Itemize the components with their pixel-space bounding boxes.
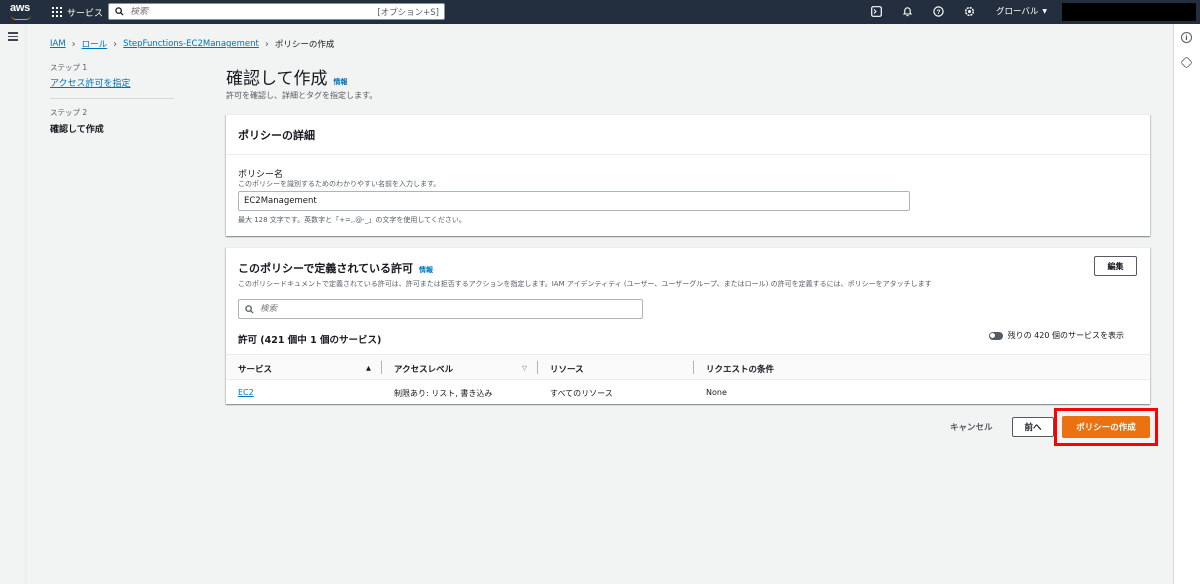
permissions-search-input[interactable] <box>260 304 642 314</box>
wizard-steps: ステップ 1 アクセス許可を指定 ステップ 2 確認して作成 <box>50 62 174 135</box>
svg-text:?: ? <box>936 9 940 16</box>
condition-cell: None <box>706 388 727 397</box>
step-divider <box>50 98 174 99</box>
edit-button[interactable]: 編集 <box>1094 256 1137 276</box>
grid-icon <box>52 7 62 17</box>
previous-button[interactable]: 前へ <box>1012 417 1054 437</box>
cancel-button[interactable]: キャンセル <box>940 418 1003 436</box>
chevron-right-icon: › <box>113 38 118 50</box>
region-label: グローバル <box>996 7 1039 17</box>
toggle-label: 残りの 420 個のサービスを表示 <box>1007 331 1124 340</box>
permissions-header: このポリシーで定義されている許可 情報 <box>238 260 433 276</box>
breadcrumb: IAM › ロール › StepFunctions-EC2Management … <box>50 38 335 51</box>
aws-smile-icon <box>11 15 31 20</box>
column-divider[interactable] <box>381 361 382 374</box>
services-menu-button[interactable]: サービス <box>52 4 103 20</box>
page-title: 確認して作成 <box>226 69 328 89</box>
help-icon[interactable]: ? <box>931 4 945 18</box>
toggle-switch[interactable] <box>988 331 1003 340</box>
column-header-request-condition[interactable]: リクエストの条件 <box>706 363 774 375</box>
create-policy-button[interactable]: ポリシーの作成 <box>1062 416 1150 438</box>
service-link[interactable]: EC2 <box>238 388 254 397</box>
show-remaining-services-toggle[interactable]: 残りの 420 個のサービスを表示 <box>988 330 1124 341</box>
policy-name-description: このポリシーを識別するためのわかりやすい名前を入力します。 <box>238 180 441 188</box>
aws-logo[interactable]: aws <box>10 2 34 22</box>
hamburger-menu-icon[interactable] <box>8 32 18 43</box>
page-header: 確認して作成 情報 <box>226 64 348 89</box>
chevron-right-icon: › <box>264 38 269 50</box>
global-search-box[interactable]: [オプション+S] <box>108 3 445 20</box>
page-description: 許可を確認し、詳細とタグを指定します。 <box>226 91 378 100</box>
sort-descending-icon[interactable]: ▽ <box>522 364 527 372</box>
table-row: EC2 制限あり: リスト, 書き込み すべてのリソース None <box>226 380 1150 404</box>
breadcrumb-current: ポリシーの作成 <box>274 40 335 50</box>
top-navigation-bar: aws サービス [オプション+S] ? グローバル ▼ <box>0 0 1200 24</box>
column-header-resource[interactable]: リソース <box>550 363 584 375</box>
settings-icon[interactable] <box>962 4 976 18</box>
permissions-search-box[interactable] <box>238 299 643 319</box>
caret-down-icon: ▼ <box>1042 7 1048 15</box>
global-search-input[interactable] <box>130 6 378 17</box>
permissions-table-header: サービス ▲ アクセスレベル ▽ リソース リクエストの条件 <box>226 354 1150 380</box>
step-2-label: ステップ 2 <box>50 108 88 117</box>
bell-icon[interactable] <box>900 4 914 18</box>
policy-name-hint: 最大 128 文字です。英数字と「+=,.@-_」の文字を使用してください。 <box>238 216 466 224</box>
permissions-info-link[interactable]: 情報 <box>419 265 433 275</box>
services-label: サービス <box>67 8 104 19</box>
permissions-card: このポリシーで定義されている許可 情報 このポリシードキュメントで定義されている… <box>226 247 1150 404</box>
chevron-right-icon: › <box>71 38 76 50</box>
breadcrumb-role-name[interactable]: StepFunctions-EC2Management <box>123 39 259 49</box>
terminal-icon[interactable] <box>869 4 883 18</box>
account-menu-redacted[interactable] <box>1062 3 1196 21</box>
search-icon <box>115 7 124 16</box>
column-divider[interactable] <box>537 361 538 374</box>
step-2-current: 確認して作成 <box>50 125 104 135</box>
permissions-description: このポリシードキュメントで定義されている許可は、許可または拒否するアクションを指… <box>238 280 932 288</box>
column-header-service[interactable]: サービス <box>238 363 272 375</box>
sort-ascending-icon[interactable]: ▲ <box>366 364 371 372</box>
resource-cell: すべてのリソース <box>550 389 613 398</box>
policy-details-header: ポリシーの詳細 <box>226 115 1150 155</box>
column-divider[interactable] <box>693 361 694 374</box>
search-shortcut-hint: [オプション+S] <box>377 7 439 18</box>
search-icon <box>245 304 254 314</box>
permissions-count: 許可 (421 個中 1 個のサービス) <box>238 335 382 346</box>
step-1-label: ステップ 1 <box>50 63 88 72</box>
info-link[interactable]: 情報 <box>334 77 348 87</box>
step-1-link[interactable]: アクセス許可を指定 <box>50 76 174 89</box>
left-navigation-strip <box>0 24 26 584</box>
aws-logo-text: aws <box>10 2 30 14</box>
policy-name-input[interactable] <box>238 191 910 211</box>
region-selector[interactable]: グローバル ▼ <box>996 5 1047 17</box>
info-panel-icon[interactable]: i <box>1181 32 1192 43</box>
permissions-heading: このポリシーで定義されている許可 <box>238 262 414 275</box>
column-header-access-level[interactable]: アクセスレベル <box>394 363 453 375</box>
hexagon-icon[interactable] <box>1180 56 1193 69</box>
breadcrumb-roles[interactable]: ロール <box>82 38 108 50</box>
policy-details-heading: ポリシーの詳細 <box>238 129 315 142</box>
access-level-cell: 制限あり: リスト, 書き込み <box>394 389 493 398</box>
breadcrumb-iam[interactable]: IAM <box>50 39 66 49</box>
right-tools-strip: i <box>1173 24 1200 584</box>
policy-details-card: ポリシーの詳細 ポリシー名 このポリシーを識別するためのわかりやすい名前を入力し… <box>226 114 1150 236</box>
